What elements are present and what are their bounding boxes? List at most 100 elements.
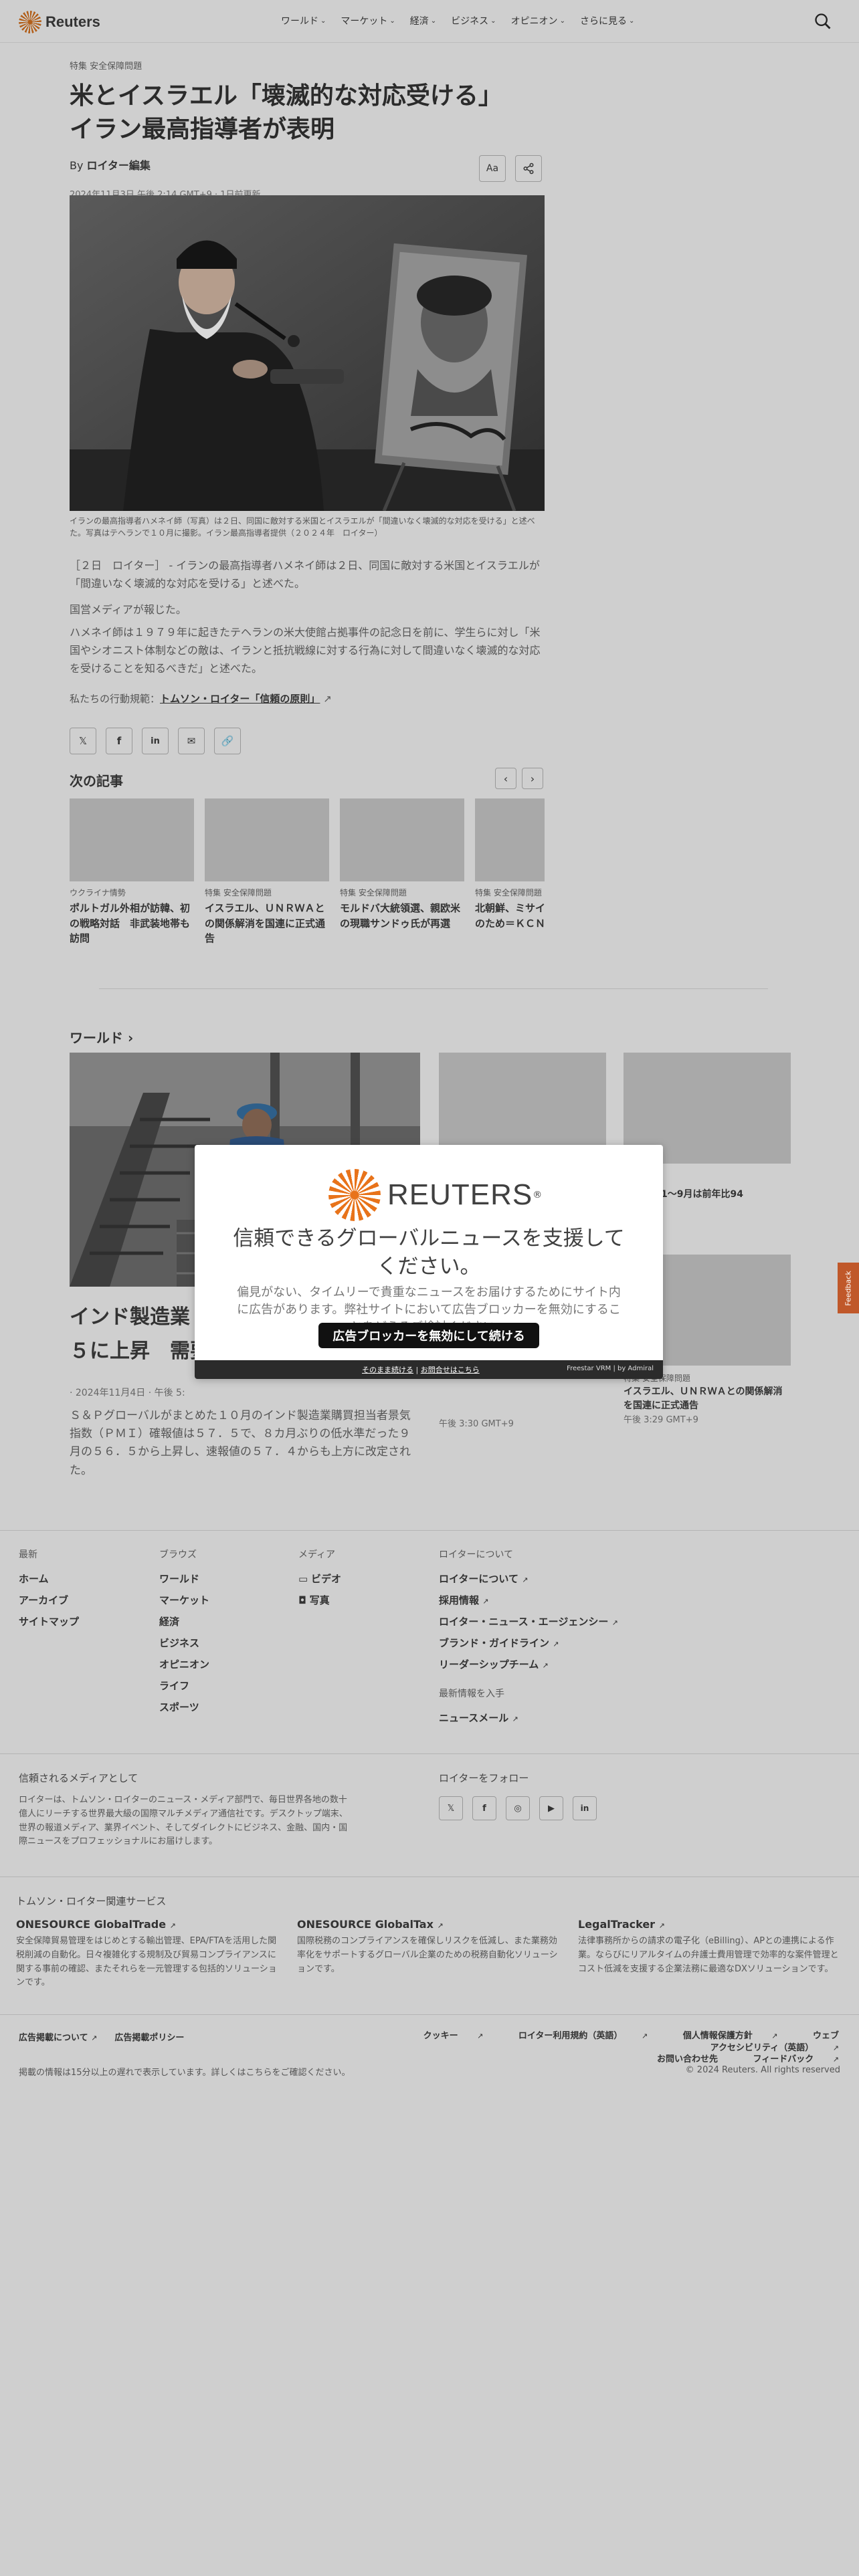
youtube-icon: ▶: [548, 1803, 555, 1814]
follow-linkedin-button[interactable]: in: [573, 1796, 597, 1820]
page: Reuters ワールド ⌄ マーケット ⌄ 経済 ⌄ ビジネス ⌄ オピニオン ⌄ さら…: [0, 0, 859, 2576]
paragraph-3: ハメネイ師は１９７９年に起きたテヘランの米大使館占拠事件の記念日を前に、学生らに…: [70, 626, 541, 675]
follow-youtube-button[interactable]: ▶: [539, 1796, 563, 1820]
chevron-right-icon: ›: [127, 1030, 134, 1046]
service-desc: 安全保障貿易管理をはじめとする輸出管理、EPA/FTAを活用した関税削減の自動化…: [16, 1936, 277, 1988]
share-button[interactable]: [515, 155, 542, 182]
author-link[interactable]: ロイター編集: [87, 159, 151, 172]
principles-link[interactable]: トムソン・ロイター「信頼の原則」: [160, 693, 320, 705]
share-linkedin-button[interactable]: in: [142, 728, 169, 754]
legal-link[interactable]: クッキー ↗: [407, 2031, 484, 2041]
footer-link[interactable]: ブランド・ガイドライン ↗: [439, 1633, 618, 1654]
copy-link-button[interactable]: 🔗: [214, 728, 241, 754]
footer-link-photos[interactable]: ◘ 写真: [298, 1590, 341, 1612]
footer-link[interactable]: スポーツ: [159, 1697, 209, 1719]
legal-link[interactable]: 個人情報保護方針 ↗: [667, 2031, 778, 2041]
site-header: Reuters ワールド ⌄ マーケット ⌄ 経済 ⌄ ビジネス ⌄ オピニオン ⌄ さら…: [0, 0, 859, 43]
service-title-link[interactable]: ONESOURCE GlobalTax ↗: [297, 1918, 565, 1931]
next-article-card[interactable]: ウクライナ情勢 ポルトガル外相が訪韓、初の戦略対話 非武装地帯も訪問: [70, 798, 194, 946]
headline-line-1: 米とイスラエル「壊滅的な対応受ける」: [70, 82, 502, 110]
nav-markets[interactable]: マーケット ⌄: [341, 14, 395, 27]
share-email-button[interactable]: ✉: [178, 728, 205, 754]
footer-divider: [0, 1753, 859, 1754]
search-icon[interactable]: [814, 12, 832, 31]
card-kicker: ウクライナ情勢: [70, 888, 126, 897]
section-divider: [99, 988, 768, 989]
nav-more[interactable]: さらに見る ⌄: [580, 14, 634, 27]
article-kicker[interactable]: 特集 安全保障問題: [70, 59, 545, 72]
footer-link[interactable]: サイトマップ: [19, 1612, 79, 1633]
footer-link[interactable]: アーカイブ: [19, 1590, 79, 1612]
link-icon: 🔗: [221, 735, 234, 747]
continue-link[interactable]: そのまま続ける: [362, 1366, 413, 1374]
footer-link[interactable]: リーダーシップチーム ↗: [439, 1654, 618, 1676]
footer-link[interactable]: ロイターについて ↗: [439, 1569, 618, 1590]
footer-link[interactable]: 経済: [159, 1612, 209, 1633]
nav-business[interactable]: ビジネス ⌄: [451, 14, 496, 27]
copyright: © 2024 Reuters. All rights reserved: [685, 2065, 840, 2075]
carousel-next-button[interactable]: ›: [522, 768, 543, 789]
card-title: 北朝鮮、ミサイル「自衛」のため＝ＫＣＮＡ: [475, 902, 545, 930]
footer-col-browse: ブラウズ ワールド マーケット 経済 ビジネス オピニオン ライフ スポーツ: [159, 1547, 209, 1719]
next-article-card[interactable]: 特集 安全保障問題 イスラエル、ＵＮＲＷＡとの関係解消を国連に正式通告: [205, 798, 329, 946]
nav-opinion[interactable]: オピニオン ⌄: [511, 14, 565, 27]
world-side-article[interactable]: 午後 3:30 GMT+9: [439, 1418, 606, 1431]
external-link-icon: ↗: [641, 2032, 648, 2040]
footer-link[interactable]: ニュースメール ↗: [439, 1708, 618, 1729]
footer-link[interactable]: マーケット: [159, 1590, 209, 1612]
hero-photo[interactable]: [70, 195, 545, 511]
card-image: [340, 798, 464, 881]
world-section-title[interactable]: ワールド ›: [70, 1027, 133, 1047]
contact-link[interactable]: お問合せはこちら: [421, 1366, 480, 1374]
legal-link[interactable]: フィードバック ↗: [737, 2054, 840, 2064]
chevron-down-icon: ⌄: [389, 17, 395, 25]
delay-disclaimer[interactable]: 掲載の情報は15分以上の遅れで表示しています。詳しくはこちらをご確認ください。: [19, 2065, 350, 2078]
modal-brand: Freestar VRM | by Admiral: [567, 1365, 654, 1372]
chevron-left-icon: ‹: [503, 772, 508, 785]
logo-text: Reuters: [45, 13, 100, 30]
facebook-icon: f: [482, 1803, 486, 1814]
next-article-card[interactable]: 特集 安全保障問題 北朝鮮、ミサイル「自衛」のため＝ＫＣＮＡ: [475, 798, 545, 931]
next-article-card[interactable]: 特集 安全保障問題 モルドバ大統領選、親欧米の現職サンドゥ氏が再選: [340, 798, 464, 931]
share-facebook-button[interactable]: f: [106, 728, 132, 754]
service-title-link[interactable]: ONESOURCE GlobalTrade ↗: [16, 1918, 284, 1931]
legal-link[interactable]: 広告掲載ポリシー: [114, 2030, 184, 2043]
next-articles-carousel: ウクライナ情勢 ポルトガル外相が訪韓、初の戦略対話 非武装地帯も訪問 特集 安全…: [70, 798, 545, 959]
footer-link[interactable]: ワールド: [159, 1569, 209, 1590]
adblock-modal: REUTERS ® 信頼できるグローバルニュースを支援してください。 偏見がない、…: [195, 1145, 663, 1379]
feedback-tab[interactable]: Feedback: [838, 1263, 859, 1313]
card-image: [205, 798, 329, 881]
carousel-prev-button[interactable]: ‹: [495, 768, 516, 789]
service-title-link[interactable]: LegalTracker ↗: [578, 1918, 846, 1931]
nav-label: ワールド: [281, 16, 318, 27]
legal-link-label: ロイター利用規約（英語）: [518, 2031, 623, 2041]
nav-world[interactable]: ワールド ⌄: [281, 14, 326, 27]
follow-instagram-button[interactable]: ◎: [506, 1796, 530, 1820]
nav-economy[interactable]: 経済 ⌄: [410, 14, 436, 27]
footer-link[interactable]: ライフ: [159, 1676, 209, 1697]
legal-link[interactable]: 広告掲載について ↗: [19, 2030, 97, 2043]
card-kicker: 特集 安全保障問題: [340, 888, 407, 897]
footer-heading: ブラウズ: [159, 1549, 197, 1560]
headline-line-2: イラン最高指導者が表明: [70, 116, 335, 144]
footer-link[interactable]: オピニオン: [159, 1654, 209, 1676]
share-x-button[interactable]: 𝕏: [70, 728, 96, 754]
world-side-article[interactable]: 特集 安全保障問題 イスラエル、ＵＮＲＷＡとの関係解消を国連に正式通告 午後 3…: [624, 1372, 791, 1427]
external-link-icon: ↗: [91, 2034, 98, 2042]
external-link-icon: ↗: [323, 693, 332, 705]
disable-adblock-button[interactable]: 広告ブロッカーを無効にして続ける: [318, 1323, 539, 1348]
service-globaltax: ONESOURCE GlobalTax ↗ 国際税務のコンプライアンスを確保しリ…: [297, 1918, 565, 1976]
legal-link[interactable]: お問い合わせ先: [641, 2054, 718, 2064]
footer-link[interactable]: ホーム: [19, 1569, 79, 1590]
legal-link[interactable]: ロイター利用規約（英語） ↗: [502, 2031, 648, 2041]
text-size-button[interactable]: Aa: [479, 155, 506, 182]
reuters-logo[interactable]: Reuters: [19, 11, 100, 33]
footer-link[interactable]: 採用情報 ↗: [439, 1590, 618, 1612]
footer-link[interactable]: ロイター・ニュース・エージェンシー ↗: [439, 1612, 618, 1633]
follow-facebook-button[interactable]: f: [472, 1796, 496, 1820]
follow-x-button[interactable]: 𝕏: [439, 1796, 463, 1820]
footer-link-video[interactable]: ▭ ビデオ: [298, 1569, 341, 1590]
photo-caption: イランの最高指導者ハメネイ師（写真）は２日、同国に敵対する米国とイスラエルが「間…: [70, 516, 535, 538]
card-image: [70, 798, 194, 881]
footer-link[interactable]: ビジネス: [159, 1633, 209, 1654]
